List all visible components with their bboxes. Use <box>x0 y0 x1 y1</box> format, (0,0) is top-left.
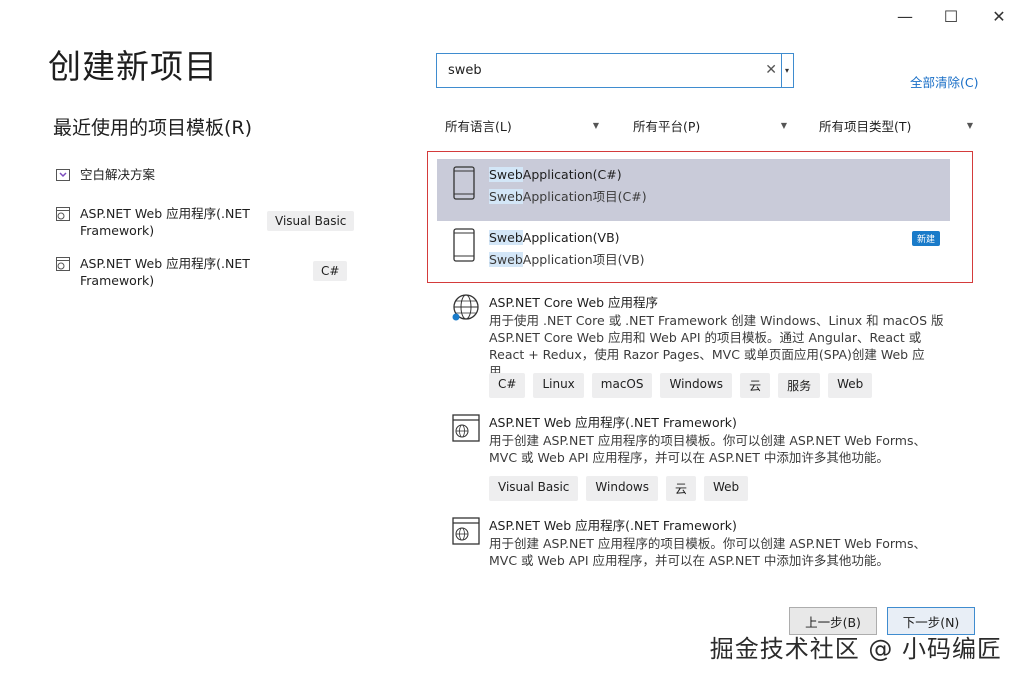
search-input[interactable]: sweb ✕ <box>436 53 782 88</box>
language-filter[interactable]: 所有语言(L) ▼ <box>438 111 606 139</box>
recent-item-web-app-csharp[interactable]: ASP.NET Web 应用程序(.NET Framework) <box>55 255 350 289</box>
platform-filter[interactable]: 所有平台(P) ▼ <box>626 111 794 139</box>
template-description: SwebApplication项目(C#) <box>489 188 944 205</box>
tag: Windows <box>586 476 658 501</box>
template-name: ASP.NET Core Web 应用程序 <box>489 295 659 310</box>
search-match-highlight: Sweb <box>489 189 523 204</box>
tag: Visual Basic <box>489 476 579 501</box>
web-app-icon <box>56 207 70 221</box>
recent-item-label: ASP.NET Web 应用程序(.NET Framework) <box>80 256 250 288</box>
tag: 服务 <box>778 373 821 398</box>
recent-item-language-tag: Visual Basic <box>267 211 355 231</box>
globe-icon <box>452 294 479 321</box>
chevron-down-icon: ▼ <box>780 120 787 130</box>
recent-item-label: ASP.NET Web 应用程序(.NET Framework) <box>80 206 250 238</box>
new-badge: 新建 <box>911 231 940 246</box>
search-match-highlight: Sweb <box>489 230 523 245</box>
tag: 云 <box>666 476 697 501</box>
template-name-rest: Application(C#) <box>522 167 622 182</box>
template-name: SwebApplication(VB) <box>489 230 620 245</box>
clear-all-link[interactable]: 全部清除(C) <box>910 72 978 91</box>
template-description: 用于创建 ASP.NET 应用程序的项目模板。你可以创建 ASP.NET Web… <box>489 536 926 568</box>
watermark: 掘金技术社区 @ 小码编匠 <box>709 635 1002 663</box>
template-description: SwebApplication项目(VB) <box>489 251 944 268</box>
close-icon: ✕ <box>992 6 1006 26</box>
project-type-filter-label: 所有项目类型(T) <box>819 118 912 134</box>
recent-item-blank-solution[interactable]: 空白解决方案 <box>55 166 350 183</box>
tag: C# <box>489 373 526 398</box>
recent-templates-heading: 最近使用的项目模板(R) <box>53 117 253 139</box>
mobile-device-icon <box>453 166 475 200</box>
blank-solution-icon <box>56 169 70 181</box>
template-name-rest: Application(VB) <box>522 230 620 245</box>
maximize-icon: ☐ <box>943 6 959 26</box>
template-name: ASP.NET Web 应用程序(.NET Framework) <box>489 415 737 430</box>
project-type-filter[interactable]: 所有项目类型(T) ▼ <box>812 111 980 139</box>
minimize-icon: — <box>897 6 913 26</box>
tag: Web <box>828 373 873 398</box>
template-sweb-vb[interactable]: SwebApplication(VB) SwebApplication项目(VB… <box>437 221 950 279</box>
web-app-icon <box>56 257 70 271</box>
search-history-dropdown[interactable]: ▾ <box>781 53 794 88</box>
tag: macOS <box>591 373 653 398</box>
template-name: ASP.NET Web 应用程序(.NET Framework) <box>489 518 737 533</box>
chevron-down-icon: ▼ <box>592 120 599 130</box>
tag: Web <box>704 476 749 501</box>
web-app-icon <box>452 517 480 545</box>
minimize-button[interactable]: — <box>882 0 928 32</box>
tag: 云 <box>740 373 771 398</box>
web-app-icon <box>452 414 480 442</box>
page-title: 创建新项目 <box>48 47 218 86</box>
template-tags: C# Linux macOS Windows 云 服务 Web <box>489 373 873 398</box>
template-name: SwebApplication(C#) <box>489 167 622 182</box>
template-sweb-csharp[interactable]: SwebApplication(C#) SwebApplication项目(C#… <box>437 159 950 221</box>
close-button[interactable]: ✕ <box>976 0 1022 32</box>
template-description: 用于使用 .NET Core 或 .NET Framework 创建 Windo… <box>489 313 944 379</box>
search-match-highlight: Sweb <box>489 167 523 182</box>
recent-item-label: 空白解决方案 <box>80 167 156 182</box>
mobile-device-icon <box>453 228 475 262</box>
chevron-down-icon: ▼ <box>966 120 973 130</box>
list-fade-overlay <box>437 572 977 594</box>
tag: Windows <box>660 373 733 398</box>
chevron-down-icon: ▾ <box>784 66 789 75</box>
template-description-rest: Application项目(VB) <box>522 252 645 267</box>
tag: Linux <box>533 373 584 398</box>
search-match-highlight: Sweb <box>489 252 523 267</box>
maximize-button[interactable]: ☐ <box>928 0 974 32</box>
language-filter-label: 所有语言(L) <box>445 118 512 134</box>
template-aspnet-web-framework-2[interactable]: ASP.NET Web 应用程序(.NET Framework) 用于创建 AS… <box>437 511 950 579</box>
platform-filter-label: 所有平台(P) <box>633 118 701 134</box>
template-tags: Visual Basic Windows 云 Web <box>489 476 749 501</box>
clear-search-icon[interactable]: ✕ <box>765 62 777 78</box>
recent-item-language-tag: C# <box>313 261 348 281</box>
template-description-rest: Application项目(C#) <box>522 189 647 204</box>
search-input-value: sweb <box>448 63 482 78</box>
template-description: 用于创建 ASP.NET 应用程序的项目模板。你可以创建 ASP.NET Web… <box>489 433 926 465</box>
